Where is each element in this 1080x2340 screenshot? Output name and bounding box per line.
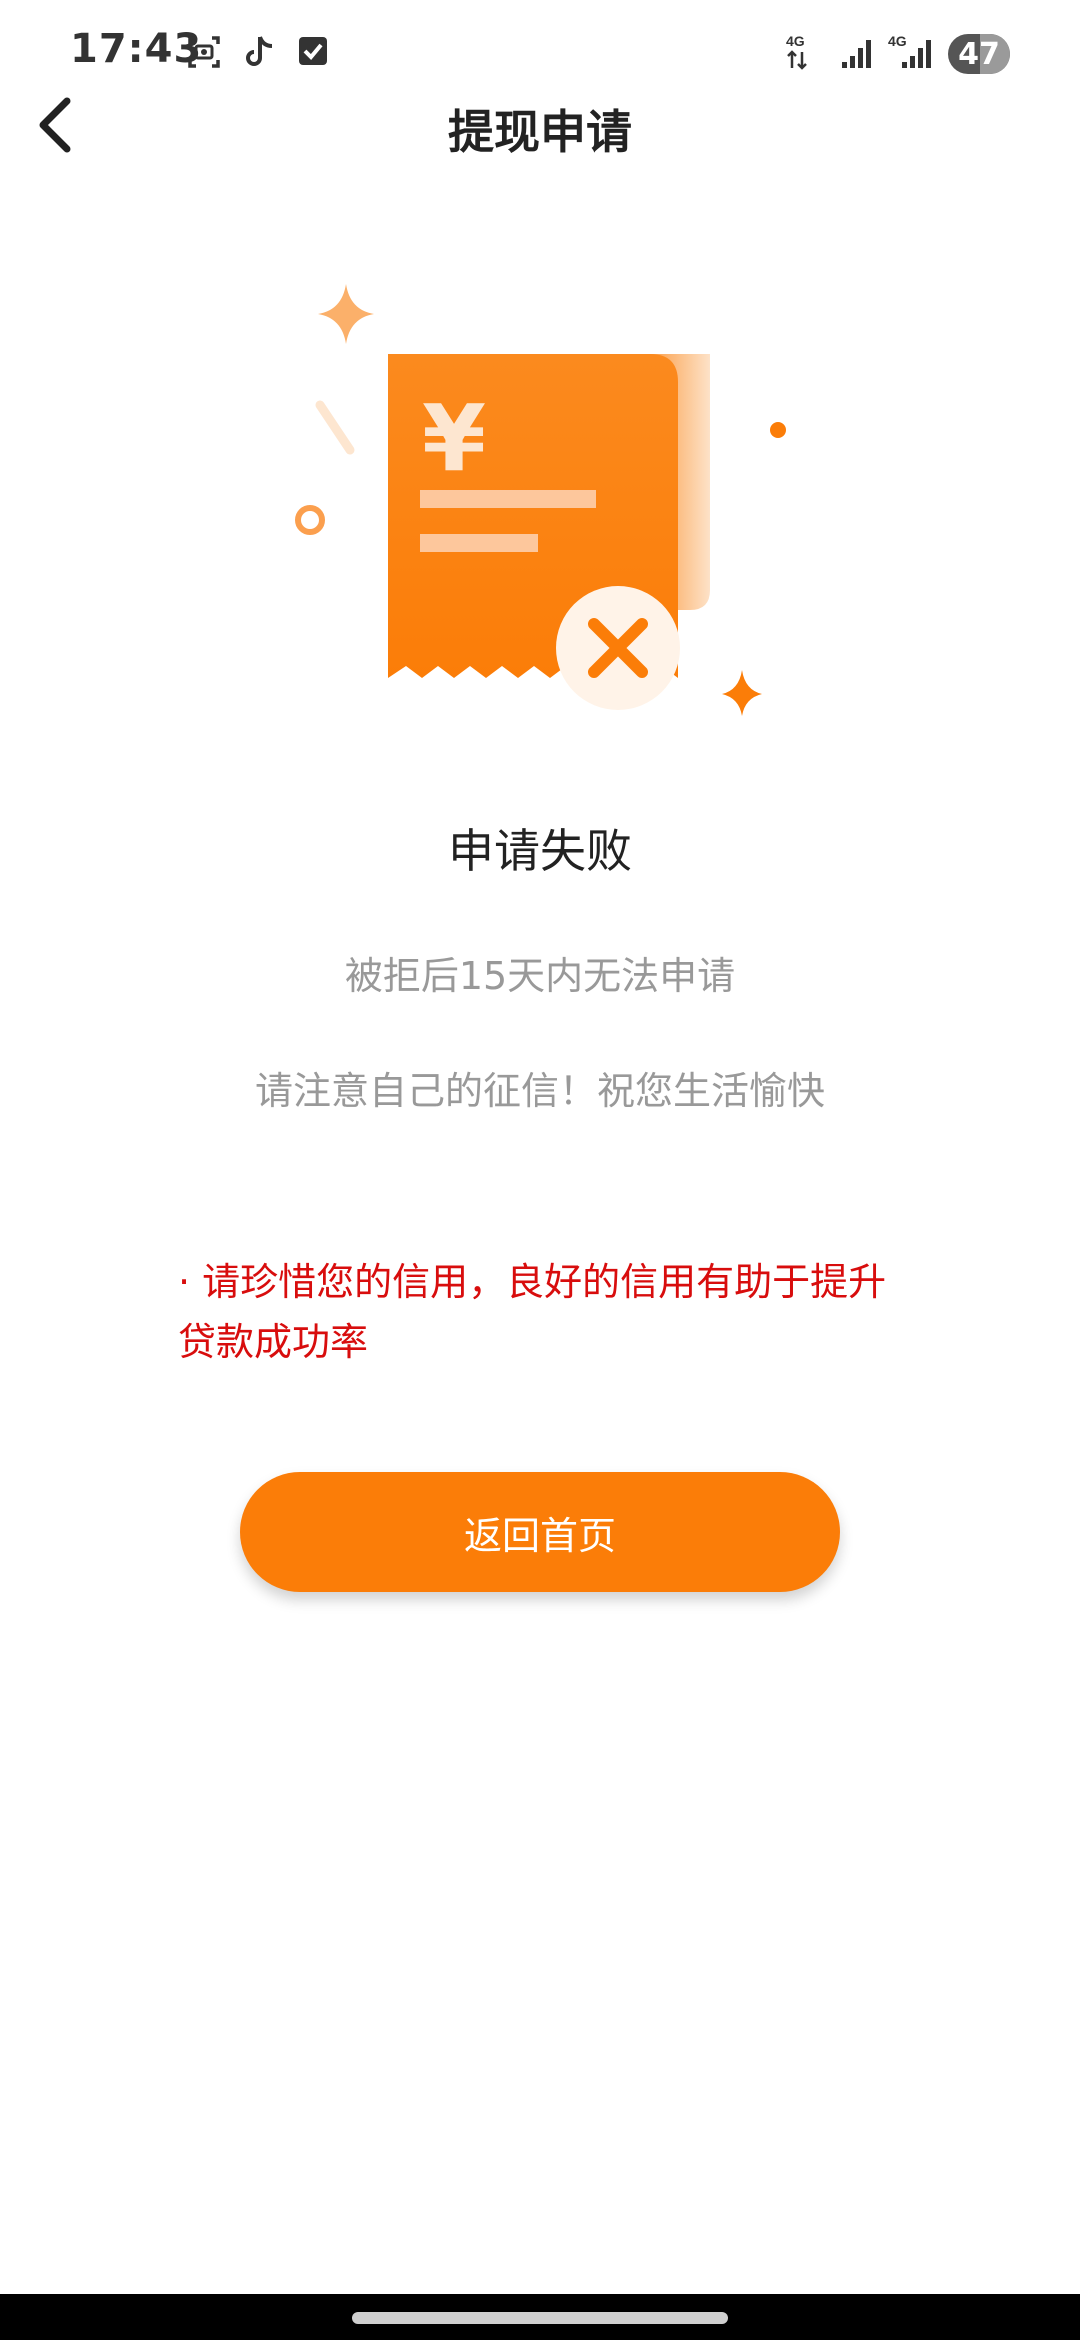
return-home-button[interactable]: 返回首页 xyxy=(240,1472,840,1592)
status-time: 17:43 xyxy=(70,26,203,72)
yen-glyph xyxy=(315,400,355,455)
svg-text:¥: ¥ xyxy=(422,385,486,492)
signal-bars-icon-1 xyxy=(840,32,878,76)
receipt-failed-icon: ¥ xyxy=(280,270,800,730)
tiktok-icon xyxy=(242,34,276,70)
signal-4g-icon-1: 4G xyxy=(786,32,830,76)
nav-bar: 提现申请 xyxy=(0,92,1080,162)
credit-notice: · 请珍惜您的信用，良好的信用有助于提升贷款成功率 xyxy=(178,1260,887,1364)
svg-text:4G: 4G xyxy=(888,33,907,49)
status-notification-icons xyxy=(186,34,330,70)
checkbox-icon xyxy=(296,34,330,70)
status-system-icons: 4G 4G 47 xyxy=(786,32,1010,76)
signal-4g-icon-2: 4G xyxy=(888,32,938,76)
system-navigation-bar xyxy=(0,2294,1080,2340)
rejection-period-text: 被拒后15天内无法申请 xyxy=(344,954,736,998)
result-title: 申请失败 xyxy=(448,824,632,878)
credit-reminder-text: 请注意自己的征信！祝您生活愉快 xyxy=(254,1069,825,1113)
battery-indicator: 47 xyxy=(948,34,1010,74)
screenshot-icon xyxy=(186,34,222,70)
home-indicator[interactable] xyxy=(352,2312,728,2324)
battery-level: 47 xyxy=(958,36,1000,72)
page-title: 提现申请 xyxy=(448,105,632,159)
svg-text:4G: 4G xyxy=(786,33,805,49)
